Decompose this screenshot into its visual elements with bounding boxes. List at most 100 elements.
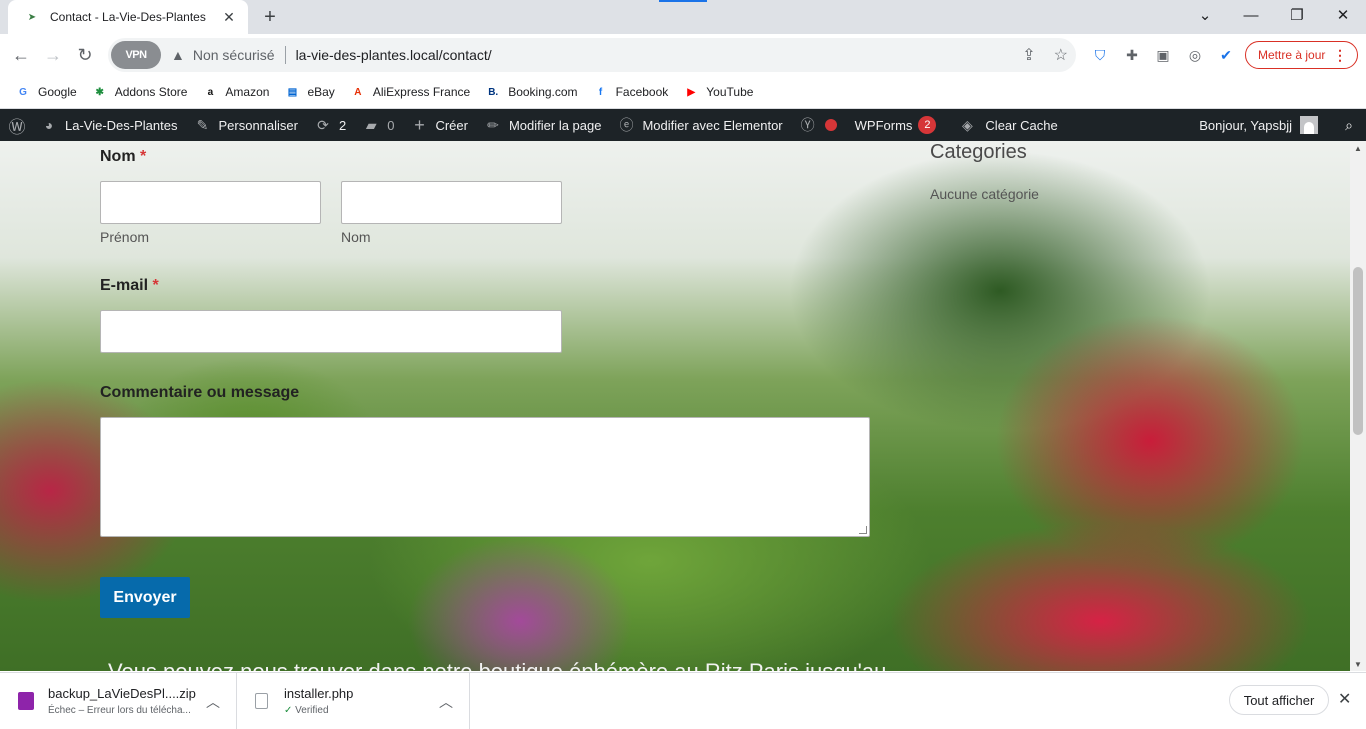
edit-page-label: Modifier la page [508,117,602,133]
search-icon[interactable]: ⌕ [1340,116,1358,134]
elementor-icon: ⓔ [619,117,634,133]
scroll-down-icon[interactable]: ▼ [1350,657,1366,671]
tab-strip: ➤ Contact - La-Vie-Des-Plantes ✕ + ⌄ — ❐… [0,0,1366,34]
site-name-item[interactable]: ◕ La-Vie-Des-Plantes [40,116,178,134]
chevron-up-icon[interactable]: ︿ [206,692,220,712]
bookmark-aliexpress-france[interactable]: A AliExpress France [351,85,470,99]
resize-handle[interactable] [859,526,867,534]
required-mark: * [140,148,147,165]
close-icon[interactable]: ✕ [220,8,238,26]
address-bar[interactable]: VPN ▲ Non sécurisé la-vie-des-plantes.lo… [108,38,1076,72]
edit-page-item[interactable]: ✏ Modifier la page [484,116,602,134]
url-text[interactable]: la-vie-des-plantes.local/contact/ [296,47,492,63]
bookmark-booking-com[interactable]: B. Booking.com [486,85,577,99]
sidepanel-icon[interactable]: ▣ [1152,44,1174,66]
categories-title: Categories [930,141,1027,163]
scroll-up-icon[interactable]: ▲ [1350,141,1366,155]
bookmark-google[interactable]: G Google [16,85,77,99]
update-button[interactable]: Mettre à jour ⋮ [1245,41,1358,69]
plus-icon[interactable]: + [258,5,282,29]
tab-title: Contact - La-Vie-Des-Plantes [50,10,206,24]
scroll-thumb[interactable] [1353,267,1363,435]
yoast-item[interactable]: Ⓨ [799,116,837,134]
bookmark-label: Addons Store [114,85,188,99]
security-label[interactable]: Non sécurisé [193,47,275,63]
share-icon[interactable]: ⇪ [1022,45,1035,65]
back-arrow-icon[interactable]: ← [6,40,36,70]
verified-shield-icon[interactable]: ✔ [1215,44,1237,66]
wp-admin-bar: Ⓦ ◕ La-Vie-Des-Plantes ✎ Personnaliser ⟳… [0,109,1366,141]
google-icon: G [19,86,27,98]
divider [284,46,286,64]
greeting-link[interactable]: Bonjour, Yapsbjj [1199,118,1292,133]
edit-elementor-label: Modifier avec Elementor [642,117,783,133]
first-name-sublabel: Prénom [100,229,150,245]
wordpress-logo[interactable]: Ⓦ [8,116,26,137]
update-label: Mettre à jour [1258,48,1326,62]
profile-icon[interactable]: ◎ [1184,44,1206,66]
bookmark-facebook[interactable]: f Facebook [594,85,669,99]
bookmark-addons-store[interactable]: ✱ Addons Store [93,85,188,99]
bookmark-amazon[interactable]: a Amazon [203,85,270,99]
clear-cache-item[interactable]: ◈ Clear Cache [956,116,1058,134]
bookmark-label: Google [38,85,77,99]
pencil-icon: ✏ [487,116,499,133]
tab-contact[interactable]: ➤ Contact - La-Vie-Des-Plantes ✕ [8,0,248,34]
shield-extension-icon[interactable]: ⛉ [1089,44,1111,66]
warning-icon[interactable]: ▲ [171,47,185,63]
minimize-icon[interactable]: — [1228,0,1274,30]
yoast-icon: Ⓨ [800,117,815,133]
window-close-icon[interactable]: ✕ [1320,0,1366,30]
comments-count: 0 [387,117,395,133]
bookmark-label: Facebook [615,85,669,99]
youtube-icon: ▶ [687,86,696,98]
comment-icon: ▰ [365,116,377,133]
comments-item[interactable]: ▰ 0 [362,116,395,134]
bookmark-label: eBay [307,85,335,99]
new-item[interactable]: + Créer [410,115,468,135]
chevron-up-icon[interactable]: ︿ [439,692,453,712]
boutique-text: Vous pouvez nous trouver dans notre bout… [108,659,886,671]
bookmark-ebay[interactable]: ▤ eBay [285,85,335,99]
zip-file-icon [18,692,34,710]
leaf-icon: ➤ [27,11,37,23]
first-name-input[interactable] [100,181,321,224]
download-filename: installer.php [284,686,354,701]
updates-item[interactable]: ⟳ 2 [314,116,346,134]
bookmark-youtube[interactable]: ▶ YouTube [684,85,753,99]
edit-elementor-item[interactable]: ⓔ Modifier avec Elementor [617,116,782,134]
email-label: E-mail * [100,277,159,295]
reload-icon[interactable]: ↻ [70,40,100,70]
last-name-input[interactable] [341,181,562,224]
cheetah-icon: ◈ [962,116,973,133]
ebay-icon: ▤ [287,86,298,98]
download-filename: backup_LaVieDesPl....zip [48,686,196,701]
wpforms-item[interactable]: WPForms 2 [855,116,937,134]
avatar[interactable] [1300,116,1318,134]
vpn-badge[interactable]: VPN [111,41,161,69]
page-scrollbar[interactable]: ▲ ▼ [1350,141,1366,671]
show-all-button[interactable]: Tout afficher [1229,685,1329,715]
customize-label: Personnaliser [218,117,298,133]
download-item[interactable]: backup_LaVieDesPl....zip Échec – Erreur … [0,673,237,729]
forward-arrow-icon[interactable]: → [38,40,68,70]
restore-icon[interactable]: ❐ [1274,0,1320,30]
check-icon: ✓ [284,705,293,716]
site-name-label: La-Vie-Des-Plantes [65,117,178,133]
puzzle-extensions-icon[interactable]: ✚ [1121,44,1143,66]
close-icon[interactable]: ✕ [1338,689,1351,709]
addons-store-icon: ✱ [95,86,104,98]
message-textarea[interactable] [100,417,870,537]
submit-button[interactable]: Envoyer [100,577,190,618]
customize-item[interactable]: ✎ Personnaliser [193,116,298,134]
menu-dots-icon[interactable]: ⋮ [1333,47,1347,64]
booking-icon: B. [488,86,499,98]
message-label: Commentaire ou message [100,384,300,401]
bookmark-label: Booking.com [508,85,578,99]
download-item[interactable]: installer.php ✓ Verified ︿ [237,673,470,729]
star-icon[interactable]: ☆ [1054,45,1068,65]
chevron-down-icon[interactable]: ⌄ [1182,0,1228,30]
bookmark-label: AliExpress France [372,85,471,99]
download-status: Échec – Erreur lors du télécha... [48,705,191,716]
email-field[interactable] [100,310,562,353]
